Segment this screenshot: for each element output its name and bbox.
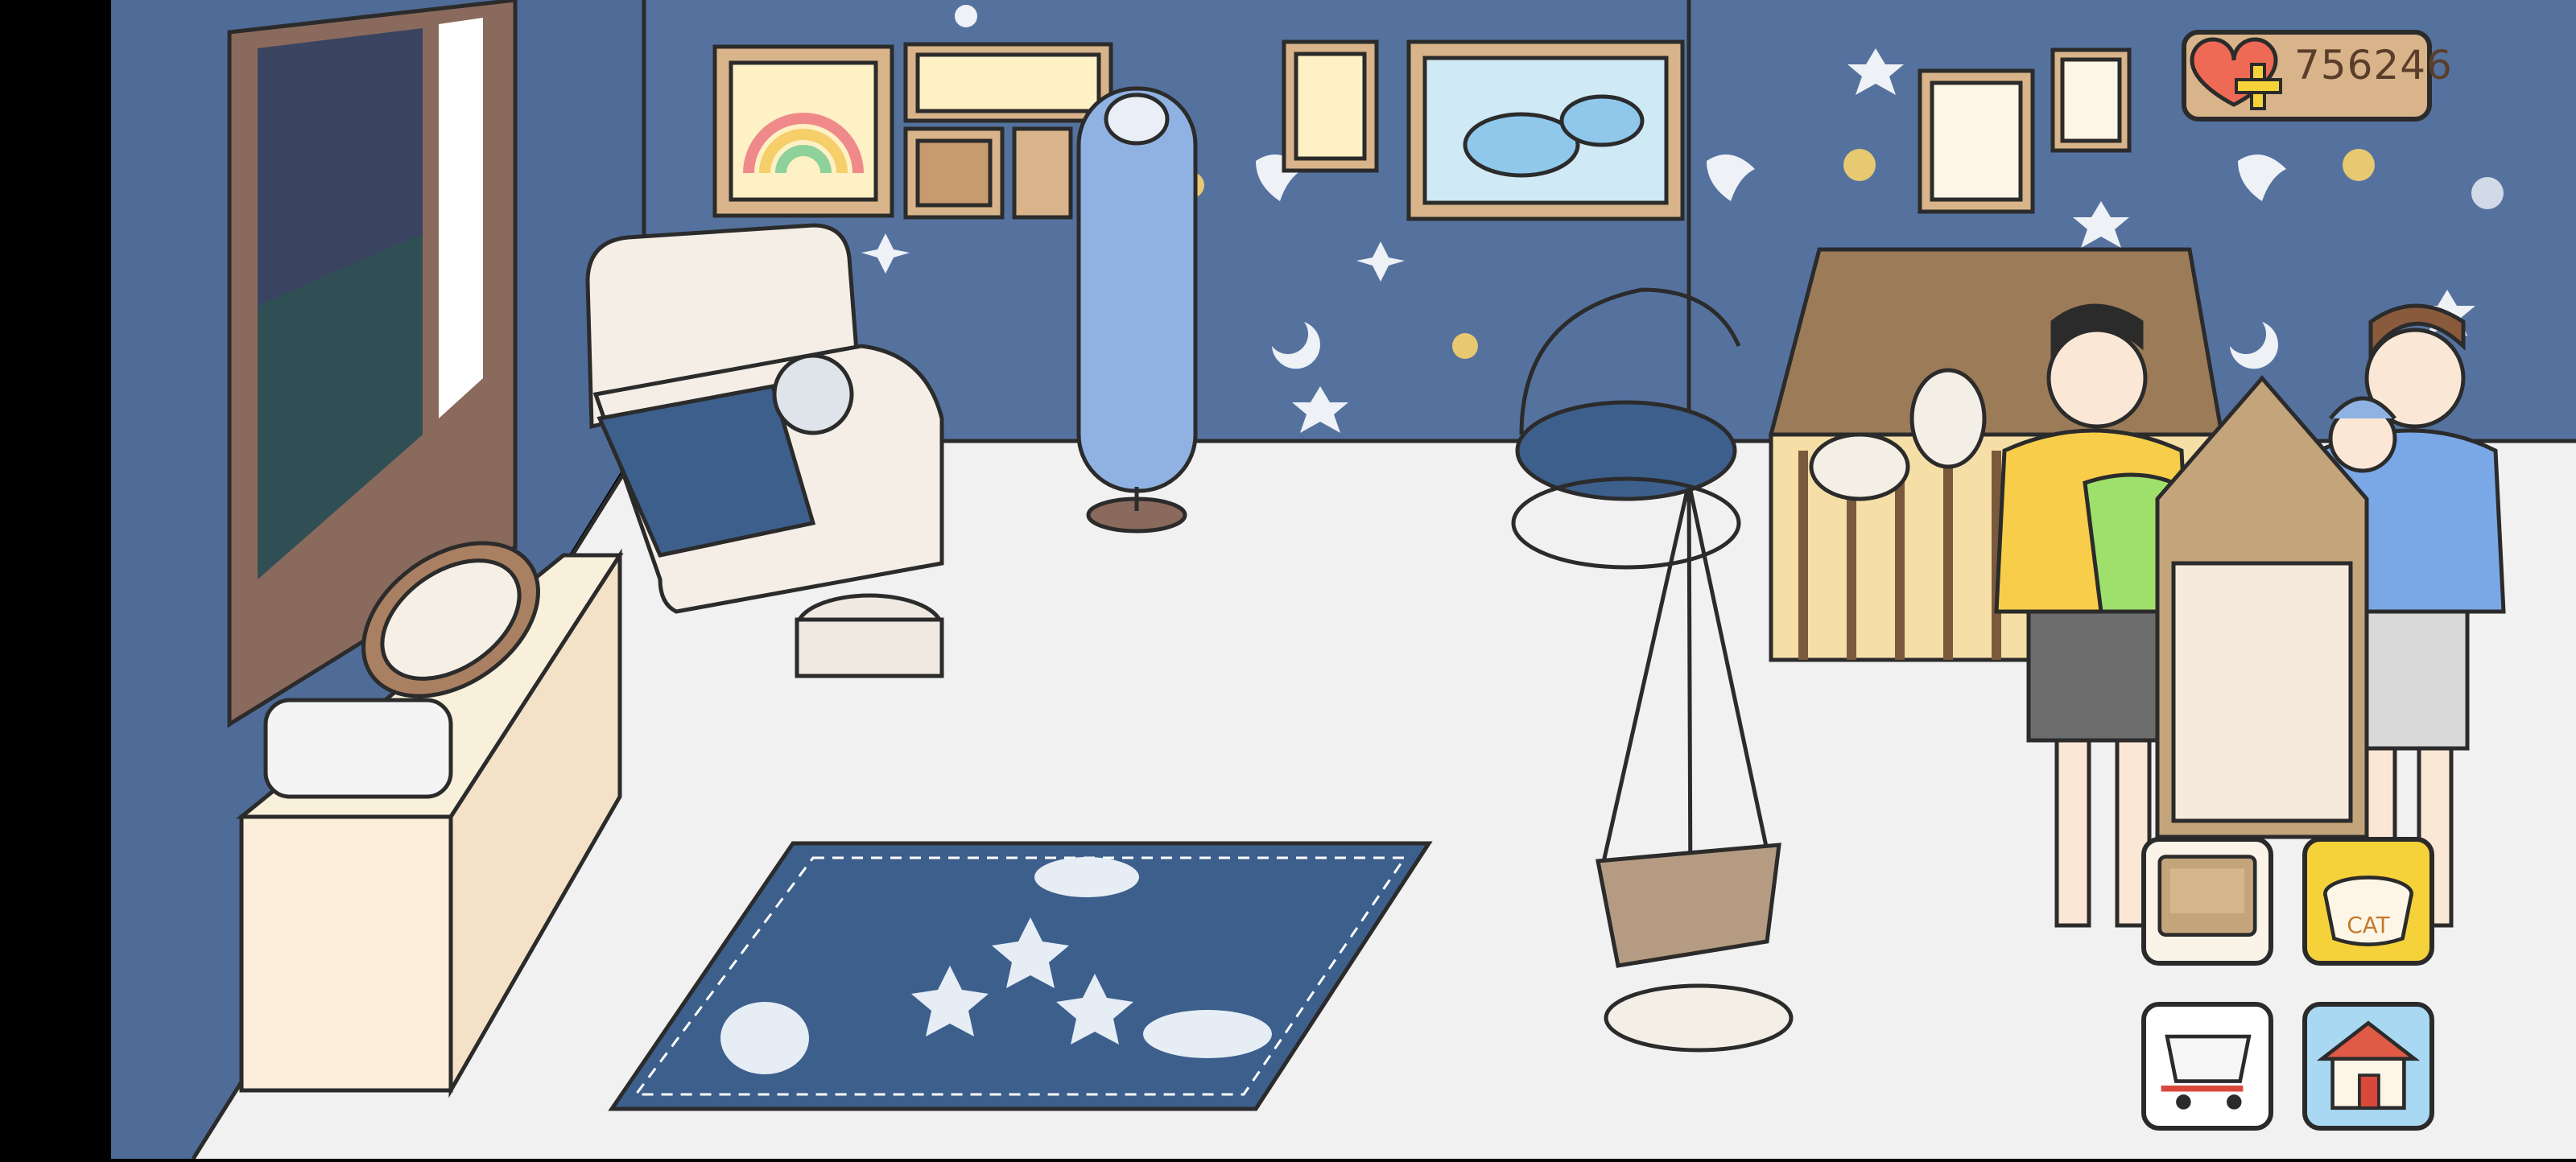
- shop-button[interactable]: [2141, 1002, 2273, 1131]
- house-icon: [2316, 1020, 2421, 1110]
- star-floor-lamp: [1076, 86, 1198, 534]
- shopping-cart-icon: [2161, 1034, 2252, 1110]
- box-icon: [2157, 855, 2257, 937]
- cat-food-button[interactable]: CAT: [2302, 837, 2434, 966]
- currency-value: 756246: [2294, 42, 2453, 89]
- left-black-bar: [0, 0, 111, 1159]
- box-button[interactable]: [2141, 837, 2273, 966]
- home-button[interactable]: [2302, 1002, 2434, 1131]
- game-scene: [0, 0, 2576, 1160]
- cat-bowl-label: CAT: [2347, 912, 2390, 938]
- cat-bowl-icon: CAT: [2323, 876, 2413, 946]
